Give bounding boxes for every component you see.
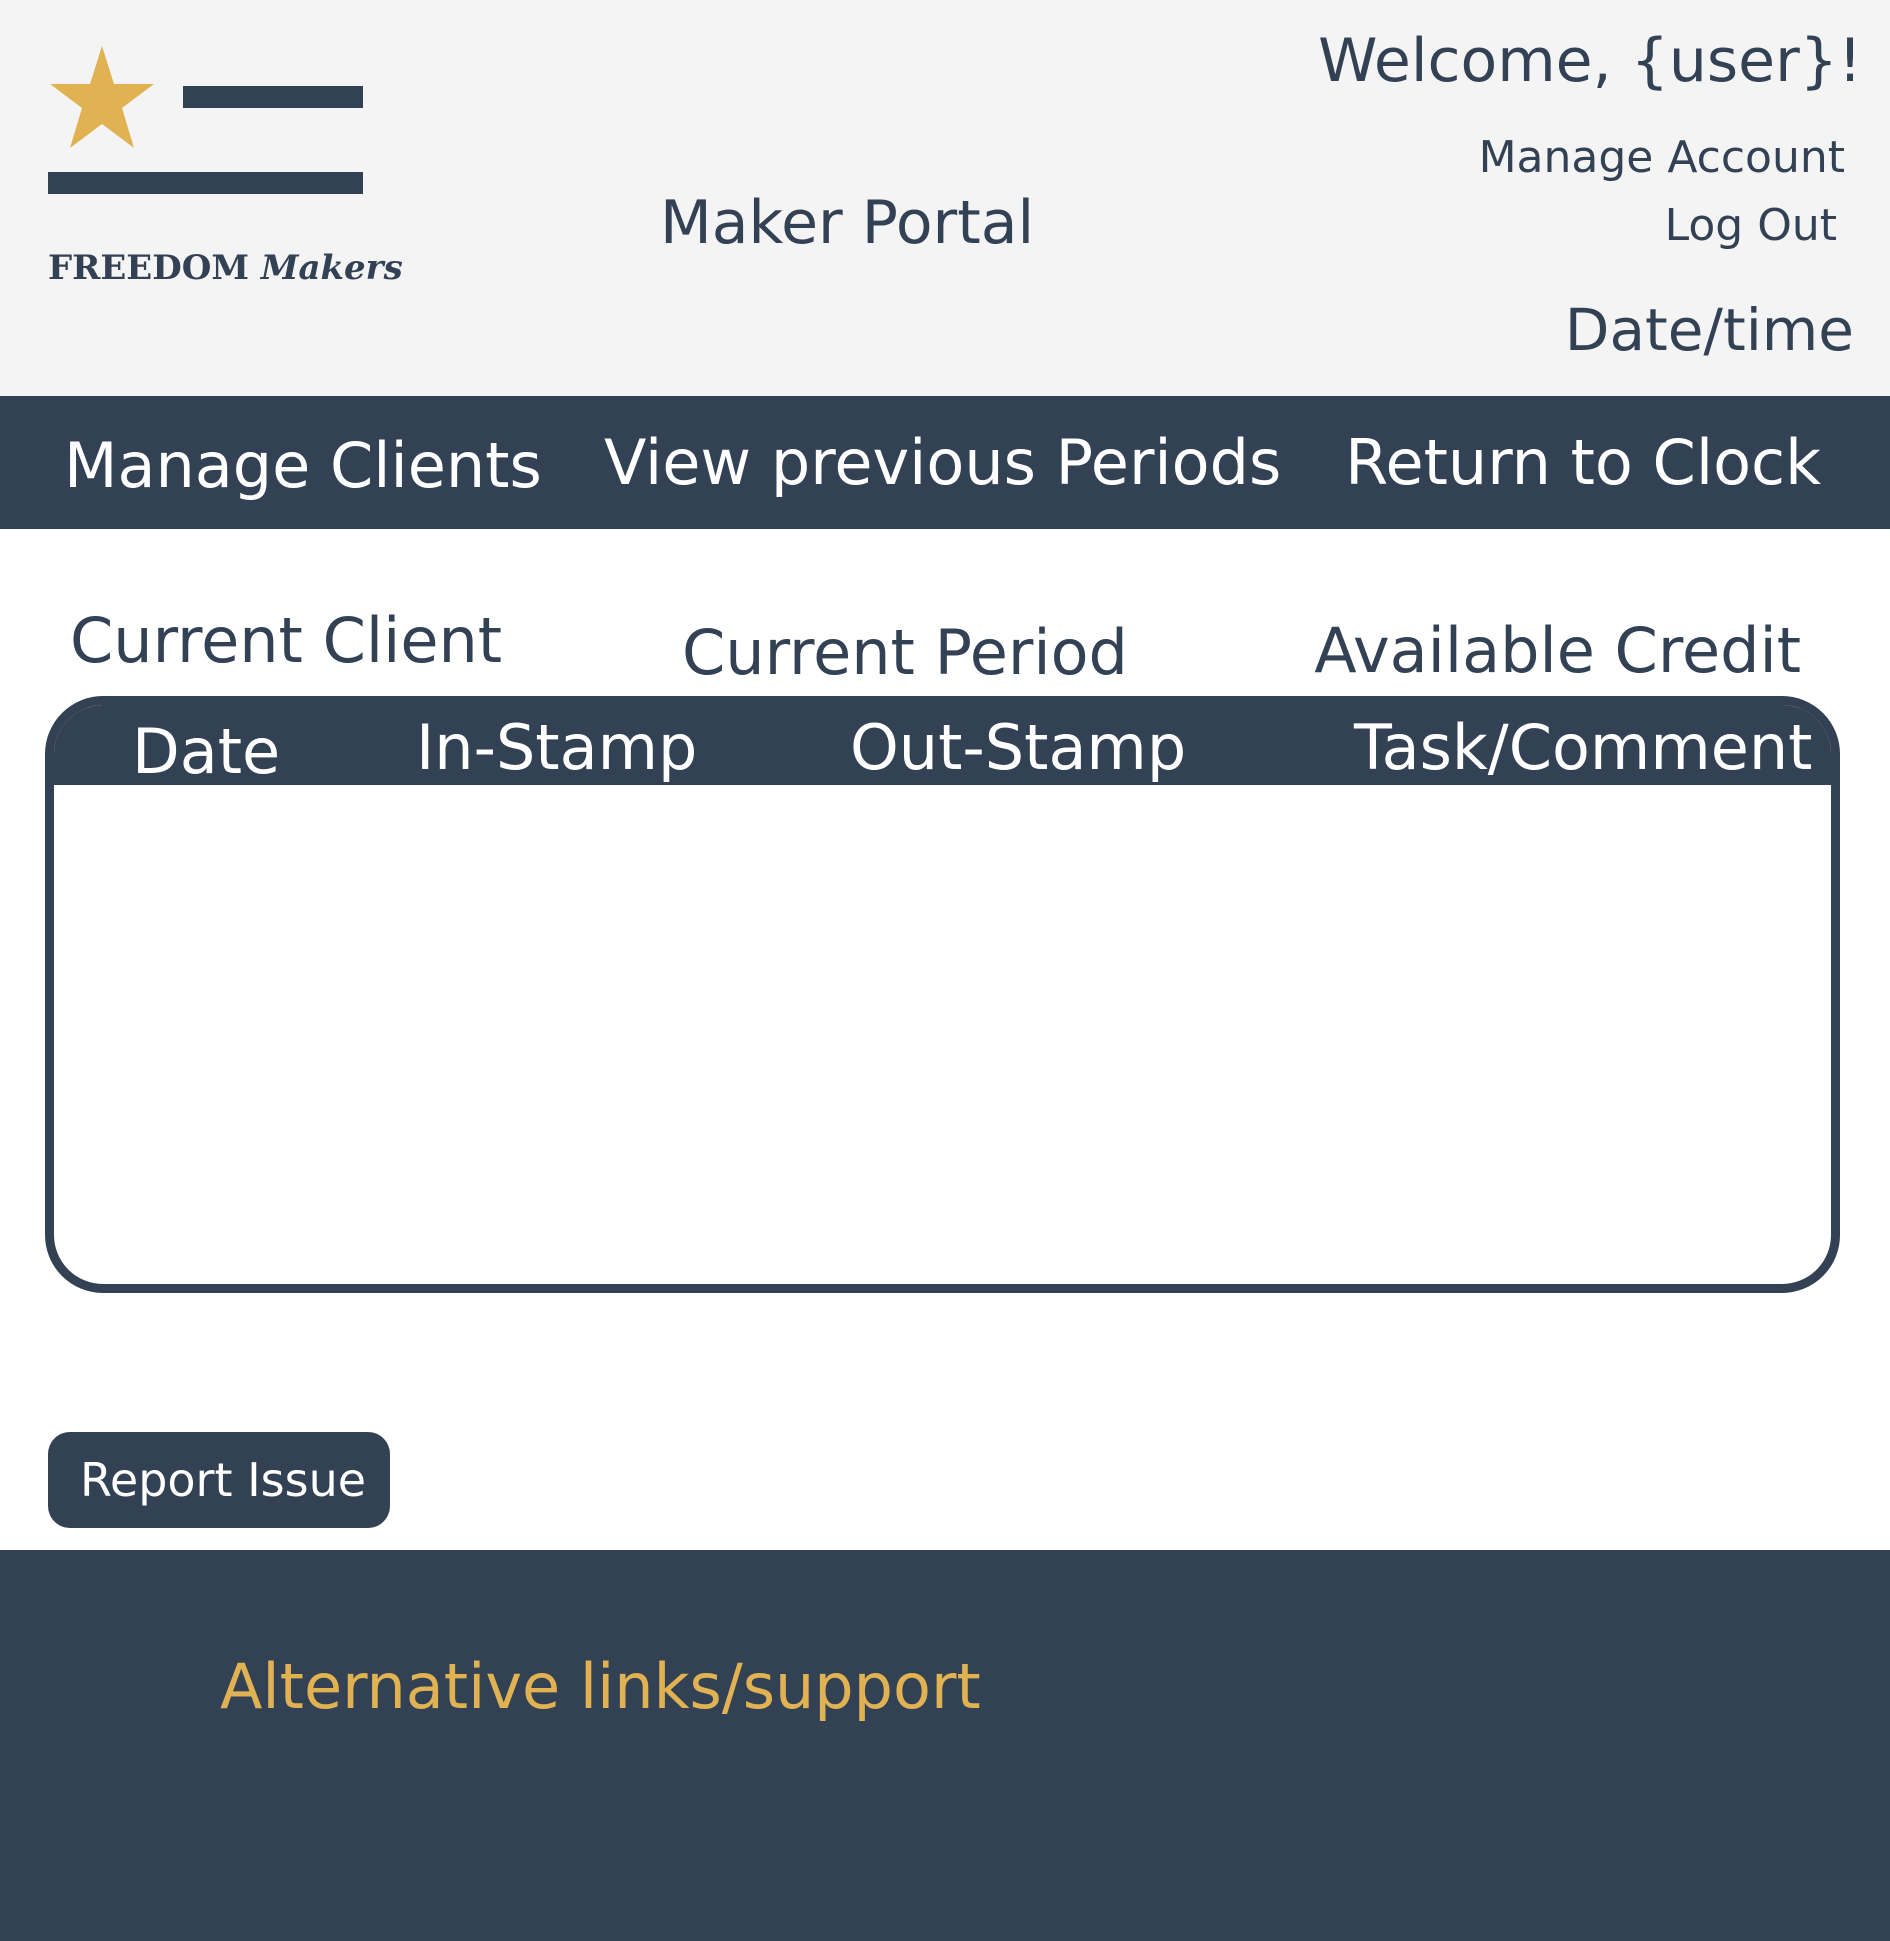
log-out-link[interactable]: Log Out [1665, 200, 1837, 251]
date-time-display: Date/time [1564, 296, 1854, 364]
column-header-in-stamp: In-Stamp [416, 711, 698, 784]
table-header: Date In-Stamp Out-Stamp Task/Comment [54, 705, 1831, 788]
column-header-task-comment: Task/Comment [1354, 711, 1813, 784]
welcome-message: Welcome, {user}! [1318, 26, 1862, 96]
header: FREEDOM Makers Maker Portal Welcome, {us… [0, 0, 1890, 396]
report-issue-button[interactable]: Report Issue [48, 1432, 390, 1528]
logo-stripe-top [183, 86, 363, 108]
star-icon [48, 46, 363, 194]
footer: Alternative links/support [0, 1550, 1890, 1941]
brand-name: FREEDOM Makers [48, 248, 403, 288]
alternative-links-support[interactable]: Alternative links/support [220, 1650, 981, 1723]
nav-return-to-clock[interactable]: Return to Clock [1345, 426, 1821, 499]
column-header-out-stamp: Out-Stamp [850, 711, 1187, 784]
column-header-date: Date [132, 715, 281, 788]
current-period-label: Current Period [682, 616, 1128, 689]
current-client-label: Current Client [70, 604, 503, 677]
main-nav: Manage Clients View previous Periods Ret… [0, 396, 1890, 529]
time-entries-table: Date In-Stamp Out-Stamp Task/Comment [45, 696, 1840, 1293]
nav-manage-clients[interactable]: Manage Clients [64, 429, 542, 502]
available-credit-label: Available Credit [1314, 614, 1801, 687]
table-body [54, 785, 1831, 1284]
nav-view-previous-periods[interactable]: View previous Periods [604, 426, 1281, 499]
brand-suffix: Makers [260, 248, 403, 288]
manage-account-link[interactable]: Manage Account [1479, 132, 1845, 183]
page-title: Maker Portal [660, 188, 1035, 258]
logo-stripe-bottom [48, 172, 363, 194]
brand-word: FREEDOM [48, 248, 249, 288]
